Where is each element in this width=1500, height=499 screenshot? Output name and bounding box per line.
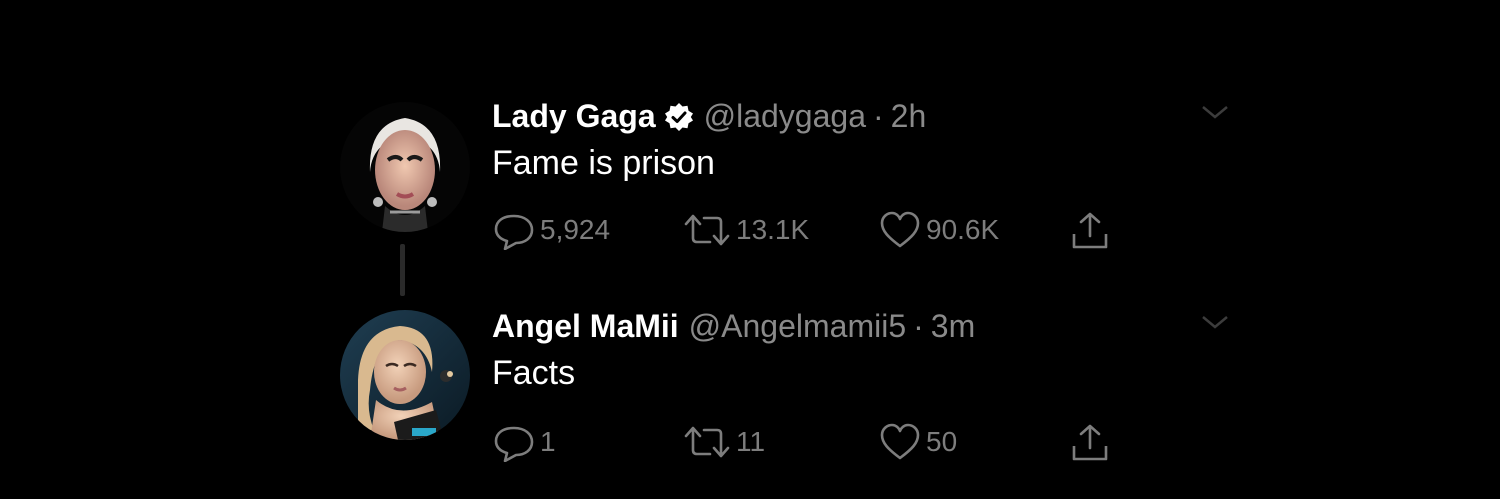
timestamp[interactable]: 3m	[931, 306, 975, 346]
display-name[interactable]: Angel MaMii	[492, 306, 679, 346]
tweet-content: Lady Gaga @ladygaga · 2h Fame is prison …	[492, 96, 1230, 250]
share-button[interactable]	[1068, 420, 1112, 464]
retweet-arrows-icon	[684, 214, 730, 246]
retweet-count: 11	[736, 426, 766, 457]
handle[interactable]: @Angelmamii5	[689, 306, 906, 346]
tweet[interactable]: Angel MaMii @Angelmamii5 · 3m Facts 1 11	[340, 306, 1230, 476]
tweet-actions: 1 11 50	[492, 420, 1132, 464]
like-count: 90.6K	[926, 214, 1000, 245]
chevron-down-icon[interactable]	[1200, 102, 1230, 122]
retweet-button[interactable]: 13.1K	[682, 208, 809, 252]
display-name[interactable]: Lady Gaga	[492, 96, 656, 136]
share-button[interactable]	[1068, 208, 1112, 252]
tweet[interactable]: Lady Gaga @ladygaga · 2h Fame is prison …	[340, 96, 1230, 296]
handle[interactable]: @ladygaga	[704, 96, 866, 136]
tweet-text: Fame is prison	[492, 144, 715, 182]
avatar-image	[340, 310, 470, 440]
separator-dot: ·	[913, 308, 924, 344]
avatar[interactable]	[340, 310, 470, 440]
verified-badge-icon	[664, 101, 694, 131]
like-button[interactable]: 50	[878, 420, 957, 464]
share-upload-icon	[1072, 424, 1108, 461]
separator-dot: ·	[872, 98, 884, 134]
share-upload-icon	[1072, 212, 1108, 249]
chevron-down-icon[interactable]	[1200, 312, 1230, 332]
tweet-content: Angel MaMii @Angelmamii5 · 3m Facts 1 11	[492, 306, 1230, 462]
timestamp[interactable]: 2h	[891, 96, 927, 136]
tweet-header: Angel MaMii @Angelmamii5 · 3m	[492, 306, 1230, 346]
tweet-actions: 5,924 13.1K 90.6K	[492, 208, 1132, 252]
retweet-count: 13.1K	[736, 214, 810, 245]
reply-count: 1	[540, 426, 556, 457]
reply-button[interactable]: 1	[492, 420, 556, 464]
heart-icon	[880, 211, 920, 248]
like-button[interactable]: 90.6K	[878, 208, 999, 252]
reply-count: 5,924	[540, 214, 611, 245]
tweet-header: Lady Gaga @ladygaga · 2h	[492, 96, 1230, 136]
avatar[interactable]	[340, 102, 470, 232]
speech-bubble-icon	[494, 426, 534, 462]
speech-bubble-icon	[494, 214, 534, 250]
retweet-arrows-icon	[684, 426, 730, 458]
like-count: 50	[926, 426, 958, 457]
thread-line	[400, 244, 405, 296]
reply-button[interactable]: 5,924	[492, 208, 610, 252]
avatar-image	[340, 102, 470, 232]
tweet-text: Facts	[492, 354, 576, 392]
heart-icon	[880, 423, 920, 460]
retweet-button[interactable]: 11	[682, 420, 765, 464]
